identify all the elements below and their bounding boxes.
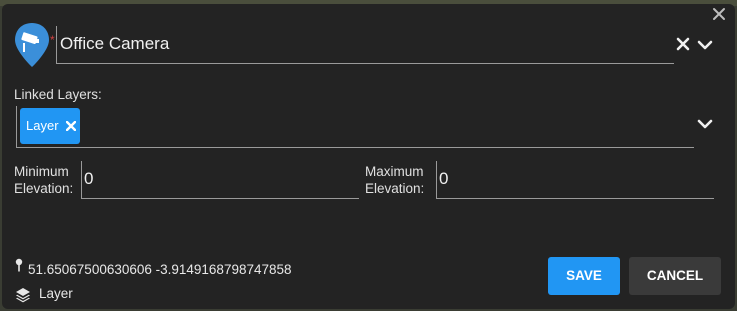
chevron-down-icon[interactable] — [697, 39, 713, 51]
max-elevation-value: 0 — [439, 169, 449, 188]
min-elevation-label-line1: Minimum — [14, 164, 69, 179]
layer-name-text: Layer — [39, 286, 73, 301]
linked-layers-label: Linked Layers: — [14, 87, 102, 102]
clear-icon[interactable] — [676, 37, 690, 51]
coordinates-text: 51.65067500630606 -3.9149168798747858 — [28, 262, 292, 277]
max-elevation-input[interactable]: 0 — [436, 161, 714, 199]
min-elevation-label-line2: Elevation: — [14, 181, 74, 196]
name-input[interactable]: Office Camera — [56, 26, 674, 64]
name-input-value: Office Camera — [60, 34, 170, 53]
max-elevation-label-line1: Maximum — [365, 164, 424, 179]
max-elevation-label: Maximum Elevation: — [365, 163, 424, 197]
min-elevation-input[interactable]: 0 — [81, 161, 359, 199]
chevron-down-icon[interactable] — [697, 118, 713, 130]
camera-marker-icon — [15, 23, 49, 67]
pin-icon — [15, 258, 23, 272]
layer-chip[interactable]: Layer — [20, 108, 80, 144]
close-icon[interactable] — [711, 6, 727, 22]
layers-icon — [16, 288, 30, 303]
feature-edit-dialog: * Office Camera Linked Layers: Layer Min… — [2, 4, 735, 309]
required-marker: * — [50, 33, 55, 47]
min-elevation-value: 0 — [84, 169, 94, 188]
save-button[interactable]: SAVE — [548, 257, 620, 295]
max-elevation-label-line2: Elevation: — [365, 181, 425, 196]
min-elevation-label: Minimum Elevation: — [14, 163, 73, 197]
layer-chip-label: Layer — [26, 118, 59, 133]
remove-chip-icon[interactable] — [66, 121, 76, 131]
cancel-button[interactable]: CANCEL — [629, 257, 721, 295]
linked-layers-select[interactable]: Layer — [16, 106, 694, 148]
